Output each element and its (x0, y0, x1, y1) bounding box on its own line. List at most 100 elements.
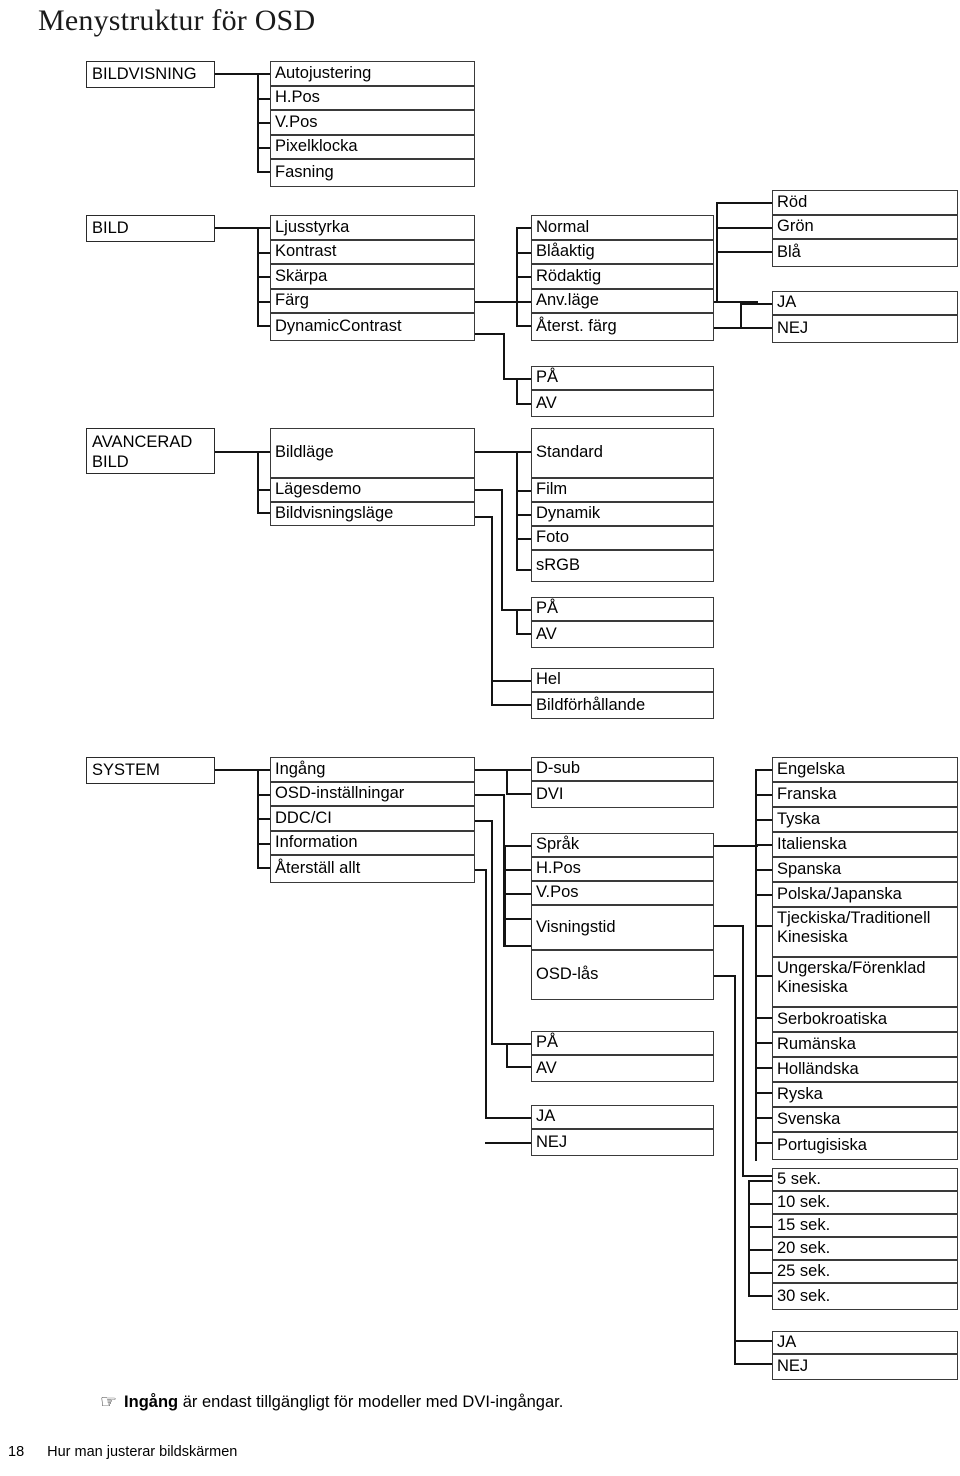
connector-line (485, 869, 488, 1119)
menu-item[interactable]: Tjeckiska/Traditionell Kinesiska (772, 907, 958, 957)
menu-item[interactable]: JA (772, 1331, 958, 1354)
menu-item[interactable]: Ljusstyrka (270, 215, 475, 240)
menu-item[interactable]: Bildvisningsläge (270, 502, 475, 526)
menu-item[interactable]: DVI (531, 781, 714, 808)
menu-item[interactable]: PÅ (531, 366, 714, 390)
menu-item[interactable]: Blå (772, 239, 958, 267)
connector-line (755, 769, 758, 1161)
menu-item[interactable]: Ingång (270, 757, 475, 782)
menu-item[interactable]: Ryska (772, 1082, 958, 1107)
root-box-bild[interactable]: BILD (86, 215, 215, 242)
menu-item[interactable]: Normal (531, 215, 714, 240)
menu-item[interactable]: Engelska (772, 757, 958, 782)
menu-item[interactable]: Svenska (772, 1107, 958, 1132)
menu-item[interactable]: Serbokroatiska (772, 1007, 958, 1032)
menu-item[interactable]: 15 sek. (772, 1214, 958, 1237)
menu-item[interactable]: OSD-lås (531, 950, 714, 1000)
menu-item[interactable]: 10 sek. (772, 1191, 958, 1214)
menu-item[interactable]: Grön (772, 215, 958, 239)
menu-item[interactable]: Språk (531, 833, 714, 857)
menu-item[interactable]: Spanska (772, 857, 958, 882)
connector-line (716, 227, 774, 230)
menu-item[interactable]: JA (772, 291, 958, 315)
menu-item[interactable]: Rumänska (772, 1032, 958, 1057)
menu-item[interactable]: Standard (531, 428, 714, 478)
menu-item[interactable]: 30 sek. (772, 1283, 958, 1310)
menu-item[interactable]: Anv.läge (531, 289, 714, 313)
menu-item[interactable]: Tyska (772, 807, 958, 832)
connector-line (491, 704, 536, 707)
menu-item[interactable]: Bildförhållande (531, 692, 714, 719)
root-box-bildvisning[interactable]: BILDVISNING (86, 61, 215, 88)
menu-item[interactable]: V.Pos (531, 881, 714, 905)
connector-line (503, 333, 506, 380)
menu-item[interactable]: Italienska (772, 832, 958, 857)
menu-item[interactable]: Visningstid (531, 905, 714, 950)
menu-item[interactable]: Lägesdemo (270, 478, 475, 502)
footer: 18 Hur man justerar bildskärmen (8, 1444, 237, 1460)
connector-line (714, 975, 736, 978)
menu-item[interactable]: Återställ allt (270, 855, 475, 883)
connector-line (215, 769, 259, 772)
connector-line (516, 609, 519, 633)
menu-item[interactable]: NEJ (531, 1129, 714, 1156)
connector-line (734, 1363, 776, 1366)
menu-item[interactable]: Kontrast (270, 240, 475, 264)
menu-item[interactable]: Hel (531, 668, 714, 692)
menu-item[interactable]: Film (531, 478, 714, 502)
menu-item[interactable]: NEJ (772, 315, 958, 343)
connector-line (714, 327, 772, 330)
menu-item[interactable]: Franska (772, 782, 958, 807)
menu-item[interactable]: Autojustering (270, 61, 475, 86)
menu-item[interactable]: Ungerska/Förenklad Kinesiska (772, 957, 958, 1007)
menu-item[interactable]: Portugisiska (772, 1132, 958, 1160)
menu-item[interactable]: PÅ (531, 597, 714, 621)
menu-item[interactable]: Färg (270, 289, 475, 313)
menu-item[interactable]: NEJ (772, 1354, 958, 1380)
footer-chapter: Hur man justerar bildskärmen (47, 1444, 238, 1460)
menu-item[interactable]: OSD-inställningar (270, 782, 475, 806)
menu-item[interactable]: D-sub (531, 757, 714, 781)
connector-line (501, 489, 504, 611)
connector-line (475, 451, 518, 454)
menu-item[interactable]: Polska/Japanska (772, 882, 958, 907)
note-line: ☞ Ingång är endast tillgängligt för model… (100, 1391, 563, 1414)
menu-item[interactable]: DynamicContrast (270, 313, 475, 341)
root-box-system[interactable]: SYSTEM (86, 757, 215, 784)
menu-item[interactable]: H.Pos (270, 86, 475, 110)
menu-item[interactable]: Blåaktig (531, 240, 714, 264)
connector-line (740, 303, 743, 329)
root-box-avancerad-bild[interactable]: AVANCERAD BILD (86, 428, 215, 474)
menu-item[interactable]: Foto (531, 526, 714, 550)
menu-item[interactable]: Fasning (270, 159, 475, 187)
menu-item[interactable]: V.Pos (270, 110, 475, 135)
menu-item[interactable]: Dynamik (531, 502, 714, 526)
connector-line (215, 73, 259, 76)
menu-item[interactable]: Holländska (772, 1057, 958, 1082)
menu-item[interactable]: AV (531, 390, 714, 417)
page-title: Menystruktur för OSD (38, 4, 316, 37)
menu-item[interactable]: 25 sek. (772, 1260, 958, 1283)
menu-item[interactable]: Skärpa (270, 264, 475, 289)
menu-item[interactable]: JA (531, 1105, 714, 1129)
note-text: är endast tillgängligt för modeller med … (178, 1393, 564, 1411)
menu-item[interactable]: Pixelklocka (270, 135, 475, 159)
menu-item[interactable]: AV (531, 1055, 714, 1082)
menu-item[interactable]: Röd (772, 190, 958, 215)
connector-line (748, 1180, 751, 1296)
connector-line (491, 820, 494, 1045)
connector-line (716, 251, 774, 254)
menu-item[interactable]: sRGB (531, 550, 714, 582)
menu-item[interactable]: AV (531, 621, 714, 648)
menu-item[interactable]: PÅ (531, 1031, 714, 1055)
menu-item[interactable]: Bildläge (270, 428, 475, 478)
menu-item[interactable]: H.Pos (531, 857, 714, 881)
menu-item[interactable]: Information (270, 831, 475, 855)
menu-item[interactable]: 5 sek. (772, 1168, 958, 1191)
connector-line (475, 301, 518, 304)
note-bold-term: Ingång (124, 1393, 179, 1411)
menu-item[interactable]: DDC/CI (270, 806, 475, 831)
menu-item[interactable]: Återst. färg (531, 313, 714, 341)
menu-item[interactable]: 20 sek. (772, 1237, 958, 1260)
menu-item[interactable]: Rödaktig (531, 264, 714, 289)
